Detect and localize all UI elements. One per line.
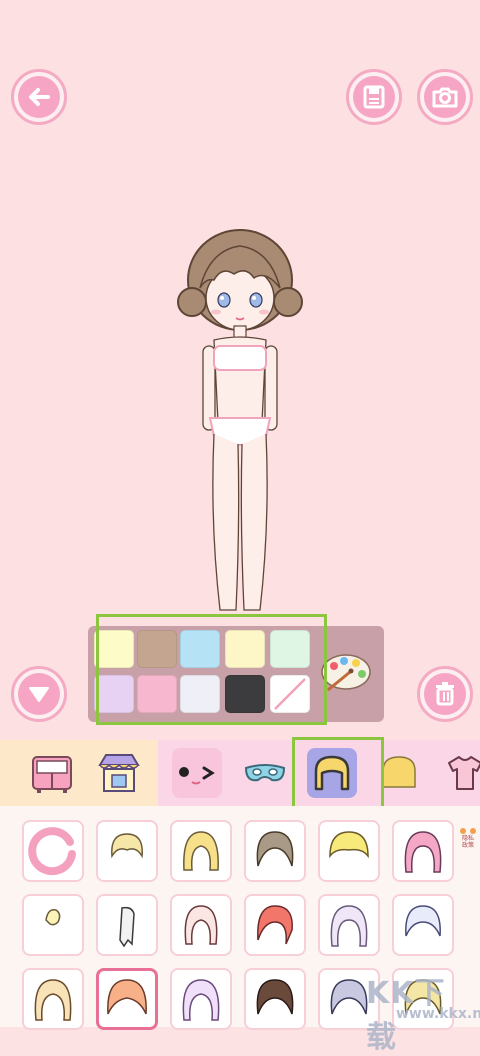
hair-item[interactable] (244, 820, 306, 882)
hair-item[interactable] (244, 894, 306, 956)
floppy-disk-icon (363, 85, 385, 109)
camera-button[interactable] (417, 69, 473, 125)
color-swatch[interactable] (225, 675, 265, 713)
tab-tops[interactable] (440, 748, 480, 798)
hair-item[interactable] (170, 968, 232, 1030)
hair-7 (119, 906, 135, 948)
color-swatch[interactable] (137, 675, 177, 713)
hair-item[interactable] (22, 968, 84, 1030)
color-swatch[interactable] (225, 630, 265, 668)
color-swatch[interactable] (180, 630, 220, 668)
hair-14 (182, 979, 220, 1021)
color-swatch-none[interactable] (270, 675, 310, 713)
hair-5 (404, 831, 442, 873)
hair-item[interactable] (170, 820, 232, 882)
hair-item[interactable] (392, 894, 454, 956)
mask-icon (244, 764, 286, 782)
reset-icon (28, 827, 76, 876)
watermark: KK下载 www.kkx.net (366, 968, 480, 1055)
hair-12 (34, 979, 72, 1021)
hair-item[interactable] (96, 820, 158, 882)
paint-palette-icon (321, 654, 371, 692)
editor-stage (0, 0, 480, 740)
tab-hair-back[interactable] (374, 748, 424, 798)
hair-3 (256, 831, 294, 867)
back-button[interactable] (11, 69, 67, 125)
watermark-url: www.kkx.net (396, 1006, 480, 1022)
triangle-down-icon (29, 687, 49, 702)
hair-item[interactable] (170, 894, 232, 956)
hair-9 (257, 905, 293, 945)
doll-character[interactable] (170, 222, 310, 617)
reset-item-button[interactable] (22, 820, 84, 882)
privacy-policy-badge[interactable]: 隐私 政策 (456, 827, 480, 851)
hair-back-icon (382, 756, 416, 788)
tab-face[interactable] (172, 748, 222, 798)
color-swatch[interactable] (94, 630, 134, 668)
face-icon (179, 766, 215, 785)
arrow-left-icon (29, 88, 50, 106)
save-button[interactable] (346, 69, 402, 125)
trash-icon (436, 682, 454, 706)
hair-4 (329, 831, 369, 859)
bear-icon (460, 828, 476, 834)
color-swatch[interactable] (137, 630, 177, 668)
tab-wardrobe[interactable] (27, 748, 77, 798)
no-color-icon (274, 678, 306, 710)
hair-10 (330, 905, 368, 947)
collapse-panel-button[interactable] (11, 666, 67, 722)
hair-11 (405, 905, 441, 937)
hair-15 (256, 979, 294, 1015)
hair-item[interactable] (318, 820, 380, 882)
hair-item[interactable] (96, 894, 158, 956)
category-tab-bar (0, 740, 480, 806)
color-swatch[interactable] (180, 675, 220, 713)
hair-1 (111, 833, 143, 859)
delete-button[interactable] (417, 666, 473, 722)
shop-icon (98, 754, 140, 792)
privacy-policy-label: 隐私 政策 (461, 835, 474, 849)
hair-6 (45, 908, 61, 926)
hair-item[interactable] (318, 894, 380, 956)
color-swatch[interactable] (270, 630, 310, 668)
wardrobe-icon (32, 756, 72, 793)
hair-8 (184, 905, 218, 945)
hair-item[interactable] (22, 894, 84, 956)
camera-icon (432, 87, 458, 108)
hair-item-selected[interactable] (96, 968, 158, 1030)
shirt-icon (448, 756, 480, 790)
hair-item[interactable] (244, 968, 306, 1030)
hair-2 (183, 831, 219, 871)
color-swatch[interactable] (94, 675, 134, 713)
tab-hair-front[interactable] (307, 748, 357, 798)
tab-shop[interactable] (94, 748, 144, 798)
hair-front-icon (314, 755, 350, 791)
tab-accessory[interactable] (240, 748, 290, 798)
hair-13 (107, 979, 147, 1015)
custom-color-button[interactable] (320, 652, 372, 694)
hair-item[interactable] (392, 820, 454, 882)
